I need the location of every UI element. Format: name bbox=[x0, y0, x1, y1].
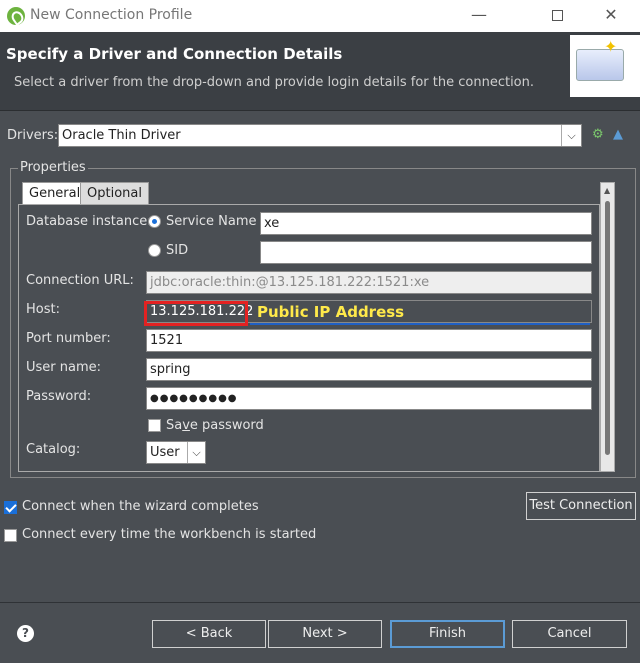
footer-divider bbox=[0, 602, 640, 603]
catalog-label: Catalog: bbox=[26, 442, 81, 457]
connection-url-label: Connection URL: bbox=[26, 273, 134, 288]
maximize-button[interactable] bbox=[534, 0, 580, 32]
back-button[interactable]: < Back bbox=[152, 620, 266, 648]
drivers-combo[interactable]: Oracle Thin Driver ⌵ bbox=[58, 124, 582, 147]
sid-radio[interactable] bbox=[148, 244, 161, 257]
password-input[interactable]: ●●●●●●●●● bbox=[146, 387, 592, 410]
service-name-radio[interactable] bbox=[148, 215, 161, 228]
service-name-input[interactable]: xe bbox=[260, 212, 592, 235]
cancel-button[interactable]: Cancel bbox=[512, 620, 627, 648]
edit-driver-icon[interactable]: ▲ bbox=[613, 127, 623, 142]
host-label: Host: bbox=[26, 302, 60, 317]
window-title: New Connection Profile bbox=[30, 7, 193, 23]
drivers-value: Oracle Thin Driver bbox=[62, 128, 181, 143]
drivers-label: Drivers: bbox=[7, 128, 59, 143]
page-subtitle: Select a driver from the drop-down and p… bbox=[14, 75, 534, 90]
spring-logo-icon bbox=[7, 7, 25, 25]
tab-general[interactable]: General bbox=[22, 182, 88, 204]
annotation-highlight-box bbox=[144, 301, 248, 326]
title-bar: New Connection Profile — ✕ bbox=[0, 0, 640, 32]
scroll-up-icon[interactable]: ▲ bbox=[604, 186, 610, 195]
help-icon[interactable]: ? bbox=[17, 625, 34, 642]
save-password-label: Save password bbox=[166, 418, 264, 433]
test-connection-button[interactable]: Test Connection bbox=[526, 492, 636, 520]
next-button[interactable]: Next > bbox=[268, 620, 382, 648]
minimize-button[interactable]: — bbox=[456, 0, 502, 32]
connect-every-time-checkbox[interactable] bbox=[4, 529, 17, 542]
tab-bar: General Optional bbox=[18, 182, 600, 204]
database-instance-label: Database instance: bbox=[26, 214, 152, 229]
connection-url-field: jdbc:oracle:thin:@13.125.181.222:1521:xe bbox=[146, 271, 592, 294]
maximize-icon bbox=[551, 10, 563, 21]
service-name-label: Service Name bbox=[166, 214, 257, 229]
wizard-image-icon: ✦ bbox=[570, 35, 640, 97]
connect-when-complete-label: Connect when the wizard completes bbox=[22, 499, 259, 514]
page-heading: Specify a Driver and Connection Details bbox=[6, 45, 343, 63]
vertical-scrollbar[interactable]: ▲ bbox=[600, 182, 615, 472]
close-button[interactable]: ✕ bbox=[588, 0, 634, 32]
annotation-text: Public IP Address bbox=[257, 303, 405, 321]
connect-every-time-label: Connect every time the workbench is star… bbox=[22, 527, 317, 542]
user-name-input[interactable]: spring bbox=[146, 358, 592, 381]
port-number-label: Port number: bbox=[26, 331, 111, 346]
chevron-down-icon[interactable]: ⌵ bbox=[561, 125, 581, 146]
user-name-label: User name: bbox=[26, 360, 102, 375]
scroll-thumb[interactable] bbox=[605, 201, 610, 455]
divider bbox=[0, 110, 640, 111]
wizard-banner: Specify a Driver and Connection Details … bbox=[0, 32, 640, 110]
finish-button[interactable]: Finish bbox=[390, 620, 505, 648]
save-password-checkbox[interactable] bbox=[148, 419, 161, 432]
catalog-combo[interactable]: User ⌵ bbox=[146, 441, 206, 464]
tab-optional[interactable]: Optional bbox=[80, 182, 149, 204]
port-number-input[interactable]: 1521 bbox=[146, 329, 592, 352]
sid-input[interactable] bbox=[260, 241, 592, 264]
chevron-down-icon[interactable]: ⌵ bbox=[187, 442, 205, 463]
password-label: Password: bbox=[26, 389, 92, 404]
annotation-underline bbox=[250, 323, 590, 325]
catalog-value: User bbox=[150, 445, 180, 460]
sid-label: SID bbox=[166, 243, 189, 258]
connect-when-complete-checkbox[interactable] bbox=[4, 501, 17, 514]
properties-title: Properties bbox=[18, 160, 88, 175]
new-driver-icon[interactable]: ⚙ bbox=[592, 127, 604, 142]
